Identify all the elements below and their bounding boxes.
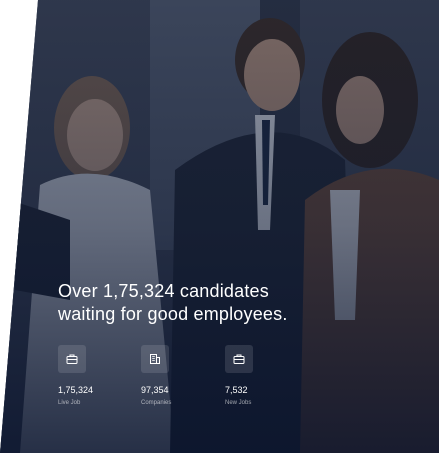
stat-new-jobs: 7,532 New Jobs	[225, 345, 295, 407]
stat-label: Companies	[141, 400, 172, 406]
stat-companies: 97,354 Companies	[141, 345, 211, 407]
stat-label: New Jobs	[225, 400, 252, 406]
stat-value: 97,354	[141, 385, 169, 395]
hero-banner: Over 1,75,324 candidates waiting for goo…	[0, 0, 439, 453]
briefcase-icon	[58, 345, 86, 373]
stat-value: 7,532	[225, 385, 248, 395]
briefcase-icon	[225, 345, 253, 373]
building-icon	[141, 345, 169, 373]
stat-live-job: 1,75,324 Live Job	[58, 345, 128, 407]
hero-headline: Over 1,75,324 candidates waiting for goo…	[58, 280, 358, 326]
headline-line-2: waiting for good employees.	[58, 304, 288, 324]
headline-line-1: Over 1,75,324 candidates	[58, 281, 269, 301]
stat-label: Live Job	[58, 400, 81, 406]
stat-value: 1,75,324	[58, 385, 94, 395]
